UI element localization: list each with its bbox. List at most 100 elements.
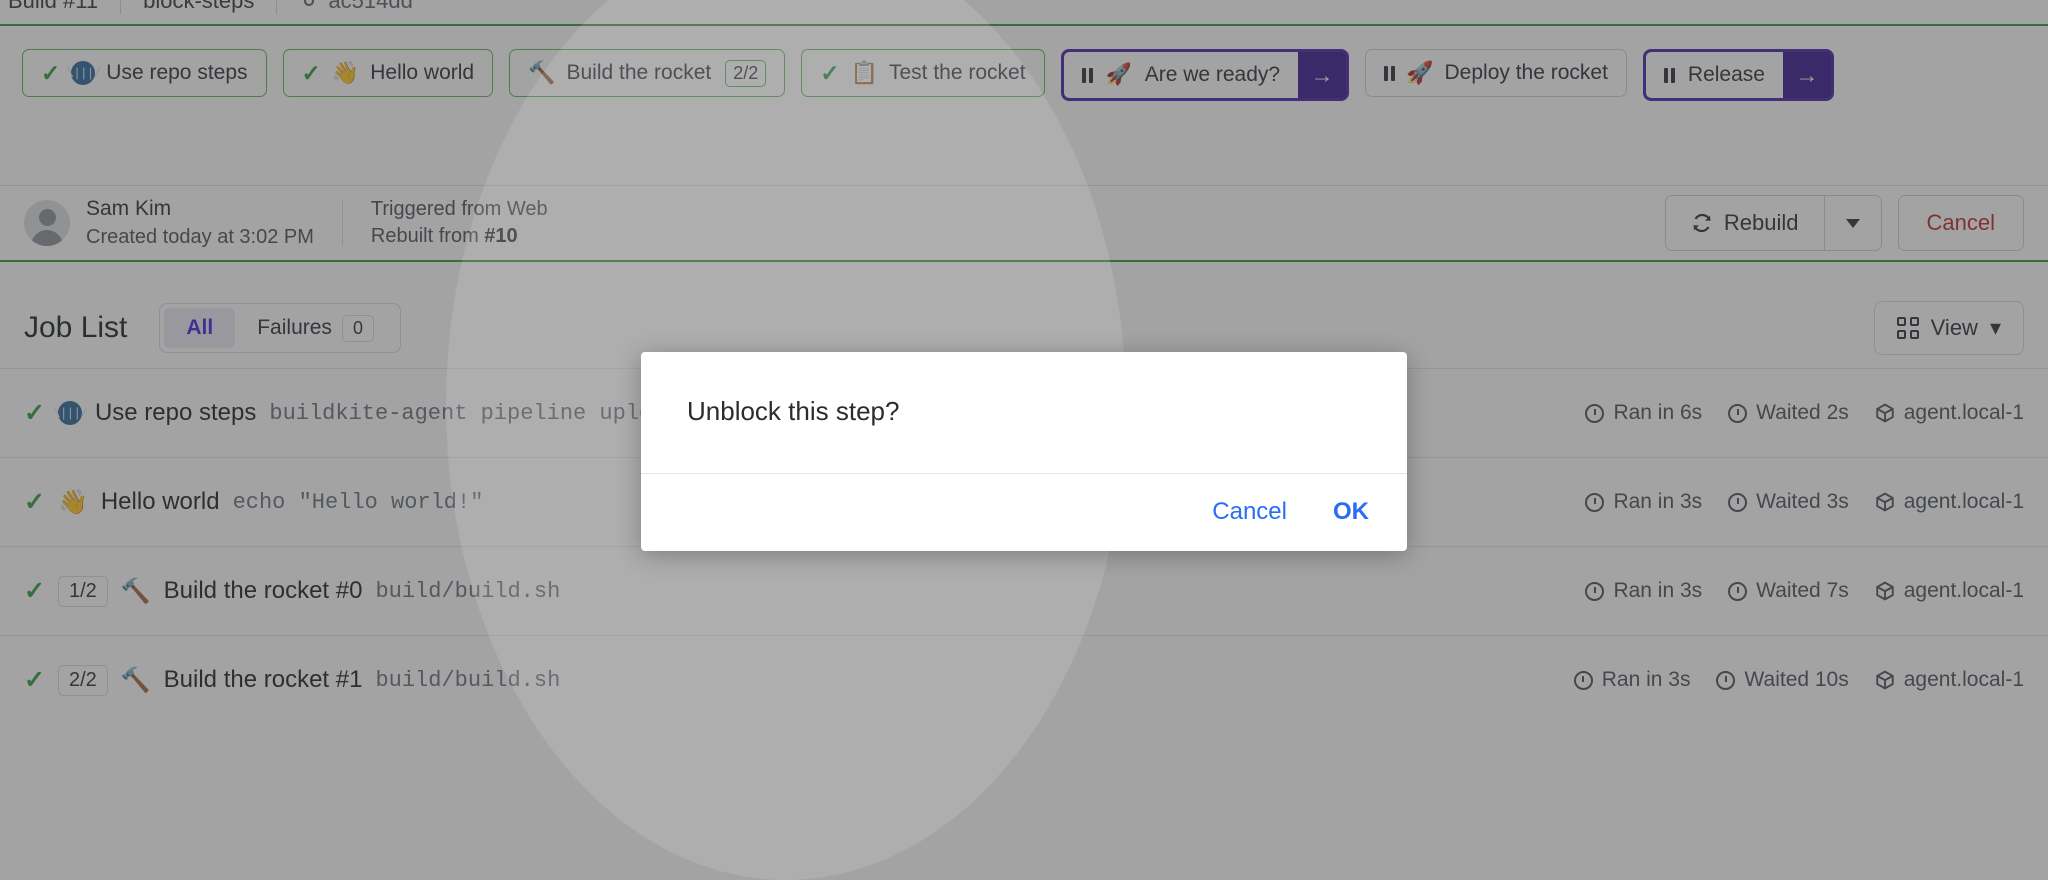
build-actions: Rebuild Cancel xyxy=(1664,195,2024,251)
breadcrumb-pipeline[interactable]: block-steps xyxy=(143,0,276,14)
step-label: Build the rocket xyxy=(566,61,712,84)
commit-sha: ac514dd xyxy=(328,0,413,13)
step-release-block[interactable]: Release → xyxy=(1642,49,1834,101)
job-ran-label: Ran in 6s xyxy=(1613,401,1703,424)
hammer-emoji-icon: 🔨 xyxy=(120,666,151,694)
job-waited: Waited 2s xyxy=(1728,401,1849,425)
pause-icon xyxy=(1081,67,1093,83)
step-use-repo-steps[interactable]: ✓ \|||/ Use repo steps xyxy=(22,49,267,97)
clock-icon xyxy=(1585,581,1605,601)
job-waited-label: Waited 3s xyxy=(1756,490,1849,513)
rocket-emoji-icon: 🚀 xyxy=(1406,60,1434,85)
cube-icon xyxy=(1876,403,1894,423)
step-hello-world[interactable]: ✓ 👋 Hello world xyxy=(282,49,494,97)
clipboard-emoji-icon: 📋 xyxy=(850,60,878,85)
unblock-arrow-button[interactable]: → xyxy=(1782,52,1831,98)
step-test-the-rocket[interactable]: ✓ 📋 Test the rocket xyxy=(801,49,1045,97)
step-label: Hello world xyxy=(370,61,475,84)
table-row[interactable]: ✓ 1/2 🔨 Build the rocket #0 build/build.… xyxy=(0,546,2048,635)
job-agent: agent.local-1 xyxy=(1875,668,2024,692)
job-ran-in: Ran in 3s xyxy=(1585,579,1702,603)
avatar-head-icon xyxy=(38,209,56,226)
clock-icon xyxy=(1728,403,1748,423)
check-icon: ✓ xyxy=(24,398,45,427)
job-identity: ✓ 2/2 🔨 Build the rocket #1 build/build.… xyxy=(24,664,561,696)
view-button[interactable]: View ▾ xyxy=(1873,301,2024,355)
job-ran-label: Ran in 3s xyxy=(1613,490,1703,513)
step-are-we-ready-body[interactable]: 🚀 Are we ready? xyxy=(1063,52,1299,98)
pause-icon xyxy=(1663,67,1675,83)
app-root: Build #11 block-steps ac514dd ✓ \|||/ Us… xyxy=(0,0,2048,880)
wave-emoji-icon: 👋 xyxy=(57,488,88,516)
rebuild-dropdown-button[interactable] xyxy=(1823,195,1882,251)
dialog-ok-button[interactable]: OK xyxy=(1317,491,1385,533)
step-build-the-rocket[interactable]: 🔨 Build the rocket 2/2 xyxy=(509,49,786,97)
check-icon: ✓ xyxy=(24,576,45,605)
creator-name: Sam Kim xyxy=(86,197,172,221)
rocket-emoji-icon: 🚀 xyxy=(1105,63,1132,86)
chevron-down-icon: ▾ xyxy=(1989,315,2001,340)
pause-icon xyxy=(1384,65,1396,81)
job-command: build/build.sh xyxy=(375,667,561,693)
job-metrics: Ran in 6s Waited 2s agent.local-1 xyxy=(1585,401,2024,425)
breadcrumb-build[interactable]: Build #11 xyxy=(4,0,120,14)
step-deploy-the-rocket[interactable]: 🚀 Deploy the rocket xyxy=(1365,49,1627,97)
job-identity: ✓ 1/2 🔨 Build the rocket #0 build/build.… xyxy=(24,575,561,607)
job-name: Use repo steps xyxy=(94,399,257,426)
rebuilt-build-link[interactable]: #10 xyxy=(484,225,517,247)
dialog-message: Unblock this step? xyxy=(687,396,900,426)
job-ran-in: Ran in 3s xyxy=(1573,668,1691,692)
job-ran-in: Ran in 3s xyxy=(1585,490,1702,514)
rebuilt-from: Rebuilt from #10 xyxy=(371,223,548,250)
clock-icon xyxy=(1585,492,1605,512)
rebuild-label: Rebuild xyxy=(1723,210,1799,235)
tab-all-label: All xyxy=(186,316,214,339)
job-ran-label: Ran in 3s xyxy=(1601,668,1691,691)
job-ran-label: Ran in 3s xyxy=(1613,579,1703,602)
job-identity: ✓ 👋 Hello world echo "Hello world!" xyxy=(24,488,483,517)
clock-icon xyxy=(1728,581,1748,601)
job-agent-label: agent.local-1 xyxy=(1903,579,2024,602)
rebuild-button[interactable]: Rebuild xyxy=(1664,195,1824,251)
clock-icon xyxy=(1716,670,1736,690)
page-title: Job List xyxy=(24,311,128,344)
breadcrumb: Build #11 block-steps ac514dd xyxy=(0,0,2048,24)
dialog-cancel-button[interactable]: Cancel xyxy=(1196,491,1303,533)
step-label: Release xyxy=(1687,63,1765,86)
tab-failures[interactable]: Failures 0 xyxy=(235,308,396,348)
step-label: Test the rocket xyxy=(888,61,1026,84)
job-agent: agent.local-1 xyxy=(1875,579,2024,603)
buildkite-logo-icon: \|||/ xyxy=(53,401,88,425)
job-filter-tabs: All Failures 0 xyxy=(159,303,401,353)
job-command: build/build.sh xyxy=(375,578,561,604)
tab-all[interactable]: All xyxy=(164,308,236,348)
job-waited-label: Waited 10s xyxy=(1744,668,1849,691)
step-release-body[interactable]: Release xyxy=(1645,52,1783,98)
job-name: Build the rocket #1 xyxy=(163,666,363,693)
cancel-build-label: Cancel xyxy=(1926,210,1995,235)
job-waited-label: Waited 7s xyxy=(1756,579,1849,602)
git-commit-icon xyxy=(304,0,315,7)
failures-count-badge: 0 xyxy=(341,314,374,342)
job-identity: ✓ \|||/ Use repo steps buildkite-agent p… xyxy=(24,399,679,427)
step-label: Deploy the rocket xyxy=(1444,61,1608,84)
job-name: Build the rocket #0 xyxy=(163,577,363,604)
avatar-body-icon xyxy=(31,230,63,246)
check-icon: ✓ xyxy=(24,487,45,516)
dialog-actions: Cancel OK xyxy=(641,473,1407,551)
creator-created-at: Created today at 3:02 PM xyxy=(86,225,314,248)
job-metrics: Ran in 3s Waited 3s agent.local-1 xyxy=(1585,490,2024,514)
step-are-we-ready-block[interactable]: 🚀 Are we ready? → xyxy=(1060,49,1350,101)
step-label: Use repo steps xyxy=(106,61,248,84)
step-count-badge: 2/2 xyxy=(725,59,767,87)
job-waited: Waited 3s xyxy=(1728,490,1849,514)
unblock-arrow-button[interactable]: → xyxy=(1298,52,1347,98)
job-agent: agent.local-1 xyxy=(1875,401,2024,425)
job-name: Hello world xyxy=(100,488,220,515)
rebuilt-prefix: Rebuilt from xyxy=(370,225,485,247)
breadcrumb-commit[interactable]: ac514dd xyxy=(299,0,434,14)
table-row[interactable]: ✓ 2/2 🔨 Build the rocket #1 build/build.… xyxy=(0,635,2048,724)
view-label: View xyxy=(1930,315,1978,340)
cancel-build-button[interactable]: Cancel xyxy=(1897,195,2024,251)
job-waited-label: Waited 2s xyxy=(1756,401,1849,424)
